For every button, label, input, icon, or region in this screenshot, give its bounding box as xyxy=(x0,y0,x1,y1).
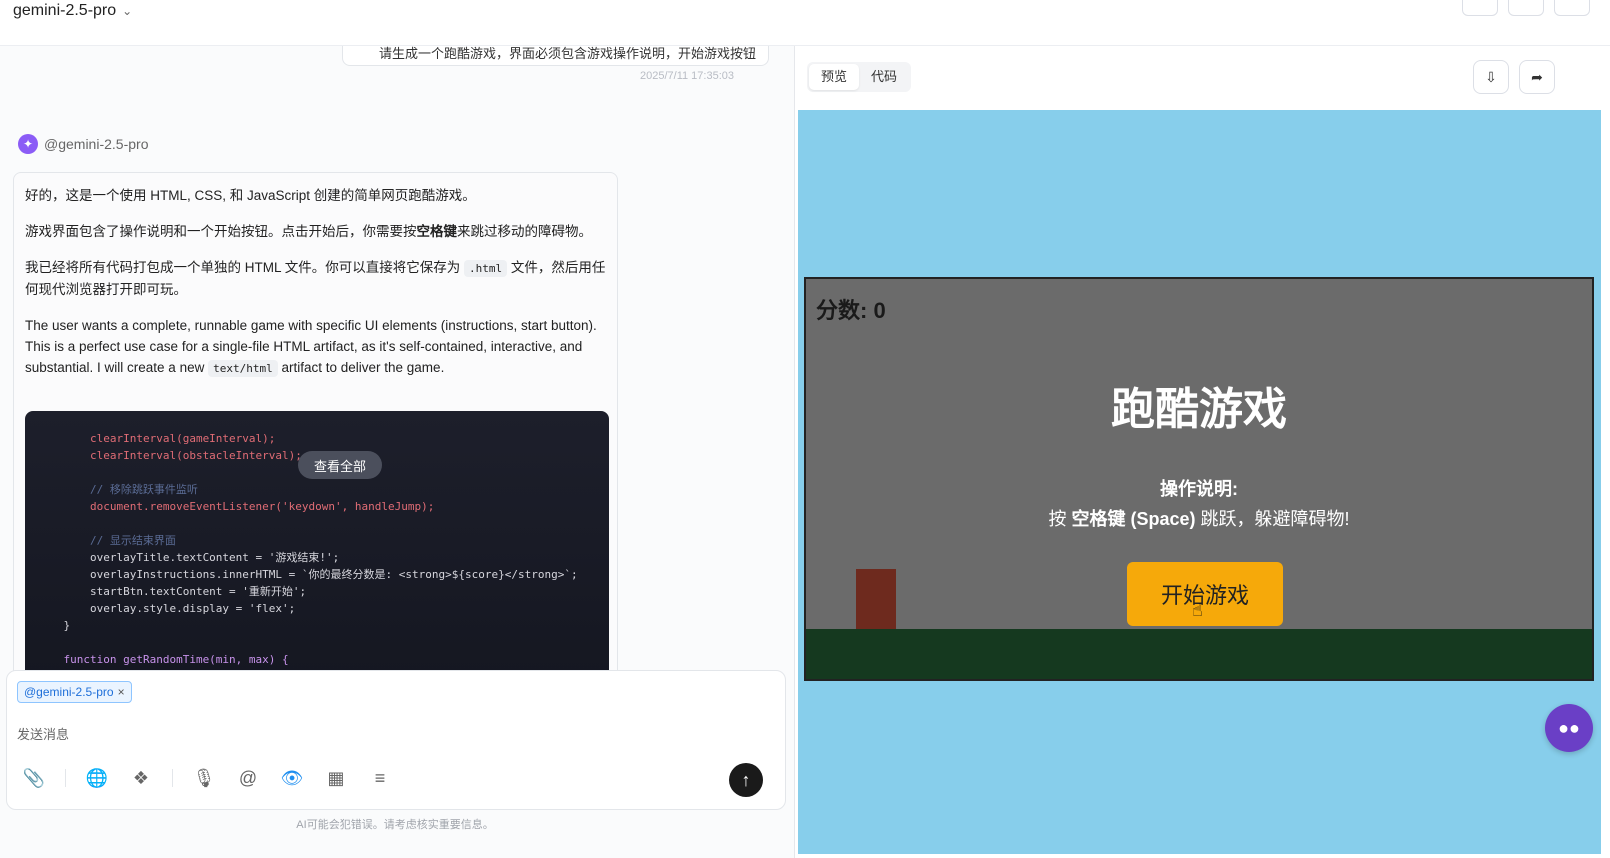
code-line: // 移除跳跃事件监听 xyxy=(37,483,198,496)
bot-header: ✦ @gemini-2.5-pro xyxy=(18,134,148,154)
tab-preview[interactable]: 预览 xyxy=(809,64,860,90)
divider xyxy=(172,769,173,787)
mention-tag-label: @gemini-2.5-pro xyxy=(24,685,114,699)
top-actions xyxy=(1462,0,1590,16)
code-line: overlay.style.display = 'flex'; xyxy=(37,602,296,615)
code-line: // 显示结束界面 xyxy=(37,534,176,547)
apps-icon[interactable]: ▦ xyxy=(323,765,349,791)
bot-name: @gemini-2.5-pro xyxy=(44,136,149,152)
panel-divider[interactable] xyxy=(794,46,795,858)
globe-icon[interactable]: 🌐 xyxy=(84,765,110,791)
divider xyxy=(65,769,66,787)
paragraph-2-bold: 空格键 xyxy=(416,224,458,239)
send-button[interactable]: ↑ xyxy=(729,763,763,797)
composer-toolbar: 📎 🌐 ❖ 🎙 @ 👁 ▦ ≡ xyxy=(21,765,411,791)
preview-header: 预览 代码 ⇩ ➦ xyxy=(795,46,1610,108)
paragraph-2: 游戏界面包含了操作说明和一个开始按钮。点击开始后，你需要按空格键来跳过移动的障碍… xyxy=(25,221,606,242)
user-timestamp: 2025/7/11 17:35:03 xyxy=(640,70,734,82)
view-all-button[interactable]: 查看全部 xyxy=(298,451,382,479)
chat-assistant-button[interactable]: ●● xyxy=(1545,704,1593,752)
game-title: 跑酷游戏 xyxy=(1111,385,1287,434)
code-line: } xyxy=(37,619,71,632)
paragraph-1-text: 好的，这是一个使用 HTML, CSS, 和 JavaScript 创建的简单网… xyxy=(25,188,476,203)
obstacle xyxy=(856,569,896,629)
paragraph-3: 我已经将所有代码打包成一个单独的 HTML 文件。你可以直接将它保存为 .htm… xyxy=(25,257,606,300)
score-label: 分数: 0 xyxy=(816,298,886,323)
chevron-down-icon: ⌄ xyxy=(122,4,133,18)
scan-icon[interactable]: ≡ xyxy=(367,765,393,791)
instructions-pre: 按 xyxy=(1048,509,1072,529)
instructions-heading: 操作说明: xyxy=(1160,479,1238,499)
message-input[interactable] xyxy=(17,723,757,745)
paragraph-4: The user wants a complete, runnable game… xyxy=(25,315,606,379)
mention-tag[interactable]: @gemini-2.5-pro × xyxy=(17,681,132,703)
disclaimer: AI可能会犯错误。请考虑核实重要信息。 xyxy=(296,819,494,831)
code-line: startBtn.textContent = '重新开始'; xyxy=(37,585,307,598)
brain-icon[interactable]: ❖ xyxy=(128,765,154,791)
model-title-label: gemini-2.5-pro xyxy=(13,2,117,19)
code-line: overlayTitle.textContent = '游戏结束!'; xyxy=(37,551,340,564)
message-composer: @gemini-2.5-pro × 📎 🌐 ❖ 🎙 @ 👁 ▦ ≡ ↑ xyxy=(6,670,786,810)
preview-tabs: 预览 代码 xyxy=(807,62,912,92)
paragraph-4-text-b: artifact to deliver the game. xyxy=(281,360,445,375)
inline-code-mime: text/html xyxy=(208,360,278,377)
instructions-post: 跳跃，躲避障碍物! xyxy=(1195,509,1350,529)
code-line: clearInterval(gameInterval); xyxy=(37,432,276,445)
arrow-up-icon: ↑ xyxy=(741,769,751,790)
code-line: document.removeEventListener('keydown', … xyxy=(37,500,435,513)
code-line: overlayInstructions.innerHTML = `你的最终分数是… xyxy=(37,568,578,581)
code-line: function getRandomTime(min, max) { xyxy=(37,653,289,666)
fast-forward-icon[interactable] xyxy=(1508,0,1544,16)
top-bar: gemini-2.5-pro ⌄ xyxy=(0,0,1610,46)
paragraph-3-text-a: 我已经将所有代码打包成一个单独的 HTML 文件。你可以直接将它保存为 xyxy=(25,260,461,275)
instructions-key: 空格键 (Space) xyxy=(1071,509,1196,529)
chat-panel: 请生成一个跑酷游戏，界面必须包含游戏操作说明，开始游戏按钮 2025/7/11 … xyxy=(0,46,795,858)
download-icon: ⇩ xyxy=(1485,68,1497,85)
edit-icon[interactable] xyxy=(1462,0,1498,16)
close-icon[interactable]: × xyxy=(118,685,125,699)
bot-message: 好的，这是一个使用 HTML, CSS, 和 JavaScript 创建的简单网… xyxy=(13,172,618,692)
collapse-icon[interactable] xyxy=(1554,0,1590,16)
code-preview-card[interactable]: clearInterval(gameInterval); clearInterv… xyxy=(25,411,609,691)
at-icon[interactable]: @ xyxy=(235,765,261,791)
share-icon: ➦ xyxy=(1531,68,1543,85)
code-line: clearInterval(obstacleInterval); xyxy=(37,449,302,462)
chat-bubble-icon: ●● xyxy=(1558,717,1580,738)
tab-code[interactable]: 代码 xyxy=(859,64,909,90)
ground xyxy=(806,629,1592,679)
paragraph-1: 好的，这是一个使用 HTML, CSS, 和 JavaScript 创建的简单网… xyxy=(25,185,606,206)
paragraph-2-text-a: 游戏界面包含了操作说明和一个开始按钮。点击开始后，你需要按 xyxy=(25,224,417,239)
gemini-avatar-icon: ✦ xyxy=(18,134,38,154)
inline-code-html: .html xyxy=(464,260,508,277)
microphone-icon[interactable]: 🎙 xyxy=(191,765,217,791)
hand-cursor-icon: ☝ xyxy=(1192,600,1203,620)
eye-icon[interactable]: 👁 xyxy=(279,765,305,791)
paragraph-2-text-c: 来跳过移动的障碍物。 xyxy=(457,224,592,239)
paperclip-icon[interactable]: 📎 xyxy=(21,765,47,791)
download-button[interactable]: ⇩ xyxy=(1473,60,1509,94)
model-selector[interactable]: gemini-2.5-pro ⌄ xyxy=(13,2,132,20)
start-game-button[interactable]: 开始游戏 xyxy=(1127,562,1283,626)
instructions-text: 按 空格键 (Space) 跳跃，躲避障碍物! xyxy=(806,505,1592,531)
user-message: 请生成一个跑酷游戏，界面必须包含游戏操作说明，开始游戏按钮 xyxy=(342,46,769,66)
preview-stage: 分数: 0 跑酷游戏 操作说明: 按 空格键 (Space) 跳跃，躲避障碍物!… xyxy=(798,110,1601,854)
share-button[interactable]: ➦ xyxy=(1519,60,1555,94)
